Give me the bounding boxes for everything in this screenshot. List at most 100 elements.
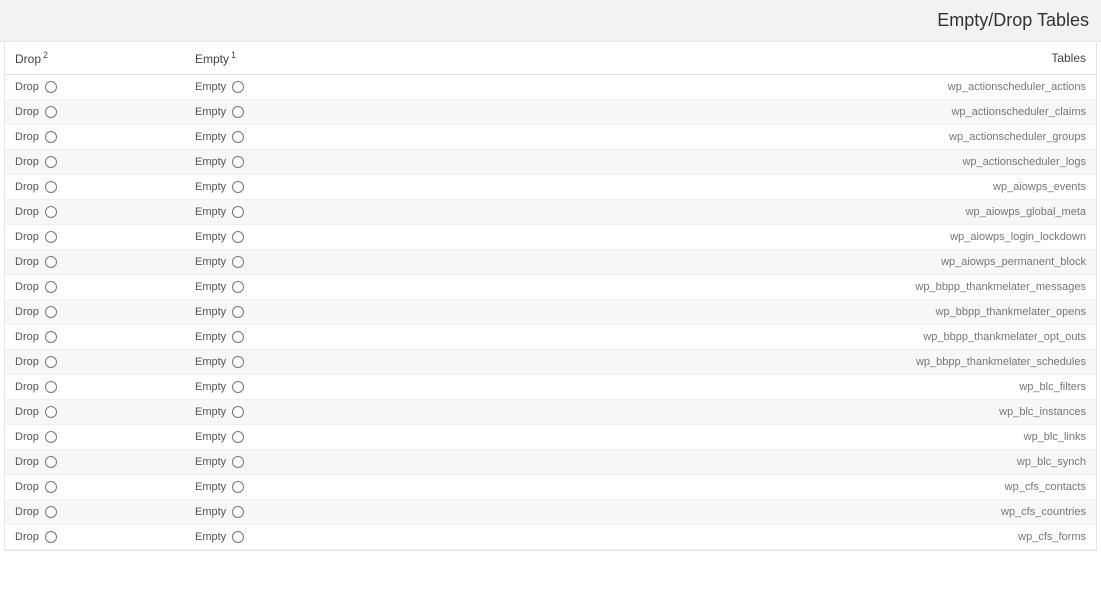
table-name-cell: wp_actionscheduler_logs	[365, 150, 1096, 175]
empty-radio[interactable]	[232, 356, 244, 368]
drop-label: Drop	[15, 81, 39, 93]
empty-cell: Empty	[185, 275, 365, 300]
drop-radio[interactable]	[45, 531, 57, 543]
drop-radio[interactable]	[45, 406, 57, 418]
empty-label: Empty	[195, 231, 226, 243]
empty-radio[interactable]	[232, 456, 244, 468]
drop-cell: Drop	[5, 450, 185, 475]
empty-radio[interactable]	[232, 106, 244, 118]
empty-cell: Empty	[185, 325, 365, 350]
empty-radio[interactable]	[232, 281, 244, 293]
empty-radio[interactable]	[232, 81, 244, 93]
drop-radio[interactable]	[45, 481, 57, 493]
empty-label: Empty	[195, 331, 226, 343]
empty-label: Empty	[195, 431, 226, 443]
drop-radio[interactable]	[45, 131, 57, 143]
empty-radio[interactable]	[232, 256, 244, 268]
table-row: DropEmptywp_blc_instances	[5, 400, 1096, 425]
drop-cell: Drop	[5, 425, 185, 450]
drop-cell: Drop	[5, 525, 185, 550]
empty-cell: Empty	[185, 425, 365, 450]
empty-cell: Empty	[185, 450, 365, 475]
drop-radio[interactable]	[45, 356, 57, 368]
empty-label: Empty	[195, 481, 226, 493]
table-row: DropEmptywp_aiowps_global_meta	[5, 200, 1096, 225]
empty-cell: Empty	[185, 150, 365, 175]
drop-cell: Drop	[5, 175, 185, 200]
empty-radio[interactable]	[232, 481, 244, 493]
drop-radio[interactable]	[45, 456, 57, 468]
empty-radio[interactable]	[232, 431, 244, 443]
empty-radio[interactable]	[232, 381, 244, 393]
drop-radio[interactable]	[45, 331, 57, 343]
empty-cell: Empty	[185, 125, 365, 150]
table-row: DropEmptywp_bbpp_thankmelater_schedules	[5, 350, 1096, 375]
drop-cell: Drop	[5, 100, 185, 125]
drop-cell: Drop	[5, 475, 185, 500]
drop-label: Drop	[15, 181, 39, 193]
drop-radio[interactable]	[45, 431, 57, 443]
empty-radio[interactable]	[232, 531, 244, 543]
empty-radio[interactable]	[232, 506, 244, 518]
table-row: DropEmptywp_aiowps_events	[5, 175, 1096, 200]
table-name-cell: wp_actionscheduler_actions	[365, 75, 1096, 100]
table-row: DropEmptywp_actionscheduler_logs	[5, 150, 1096, 175]
drop-cell: Drop	[5, 325, 185, 350]
table-name-cell: wp_bbpp_thankmelater_messages	[365, 275, 1096, 300]
empty-label: Empty	[195, 256, 226, 268]
table-name-cell: wp_blc_filters	[365, 375, 1096, 400]
table-row: Drop Emptywp_cfs_forms	[5, 525, 1096, 550]
empty-radio[interactable]	[232, 156, 244, 168]
table-name-cell: wp_blc_synch	[365, 450, 1096, 475]
table-row: DropEmptywp_actionscheduler_claims	[5, 100, 1096, 125]
empty-radio[interactable]	[232, 181, 244, 193]
empty-radio[interactable]	[232, 206, 244, 218]
empty-label: Empty	[195, 356, 226, 368]
table-header-row: Drop2 Empty1 Tables	[5, 42, 1096, 75]
drop-cell: Drop	[5, 300, 185, 325]
drop-radio[interactable]	[45, 506, 57, 518]
drop-radio[interactable]	[45, 281, 57, 293]
drop-radio[interactable]	[45, 256, 57, 268]
table-name-cell: wp_actionscheduler_groups	[365, 125, 1096, 150]
drop-radio[interactable]	[45, 156, 57, 168]
drop-label: Drop	[15, 106, 39, 118]
empty-radio[interactable]	[232, 406, 244, 418]
drop-radio[interactable]	[45, 181, 57, 193]
drop-radio[interactable]	[45, 381, 57, 393]
empty-cell: Empty	[185, 250, 365, 275]
empty-radio[interactable]	[232, 306, 244, 318]
empty-radio[interactable]	[232, 231, 244, 243]
table-name-cell: wp_aiowps_global_meta	[365, 200, 1096, 225]
empty-label: Empty	[195, 506, 226, 518]
table-name-cell: wp_aiowps_login_lockdown	[365, 225, 1096, 250]
tables-grid: Drop2 Empty1 Tables DropEmptywp_actionsc…	[5, 42, 1096, 550]
empty-cell: Empty	[185, 225, 365, 250]
drop-radio[interactable]	[45, 231, 57, 243]
drop-label: Drop	[15, 256, 39, 268]
empty-label: Empty	[195, 456, 226, 468]
table-name-cell: wp_cfs_forms	[365, 525, 1096, 550]
drop-label: Drop	[15, 381, 39, 393]
drop-radio[interactable]	[45, 306, 57, 318]
empty-label: Empty	[195, 381, 226, 393]
table-row: Drop Emptywp_actionscheduler_actions	[5, 75, 1096, 100]
empty-cell: Empty	[185, 525, 365, 550]
empty-cell: Empty	[185, 75, 365, 100]
tables-container: Drop2 Empty1 Tables DropEmptywp_actionsc…	[4, 42, 1097, 551]
drop-radio[interactable]	[45, 206, 57, 218]
empty-cell: Empty	[185, 375, 365, 400]
drop-label: Drop	[15, 481, 39, 493]
table-name-cell: wp_aiowps_events	[365, 175, 1096, 200]
empty-radio[interactable]	[232, 331, 244, 343]
empty-radio[interactable]	[232, 131, 244, 143]
drop-label: Drop	[15, 406, 39, 418]
drop-label: Drop	[15, 531, 39, 543]
drop-label: Drop	[15, 331, 39, 343]
table-row: DropEmptywp_aiowps_login_lockdown	[5, 225, 1096, 250]
empty-cell: Empty	[185, 100, 365, 125]
table-row: DropEmptywp_actionscheduler_groups	[5, 125, 1096, 150]
drop-radio[interactable]	[45, 81, 57, 93]
drop-label: Drop	[15, 306, 39, 318]
drop-radio[interactable]	[45, 106, 57, 118]
